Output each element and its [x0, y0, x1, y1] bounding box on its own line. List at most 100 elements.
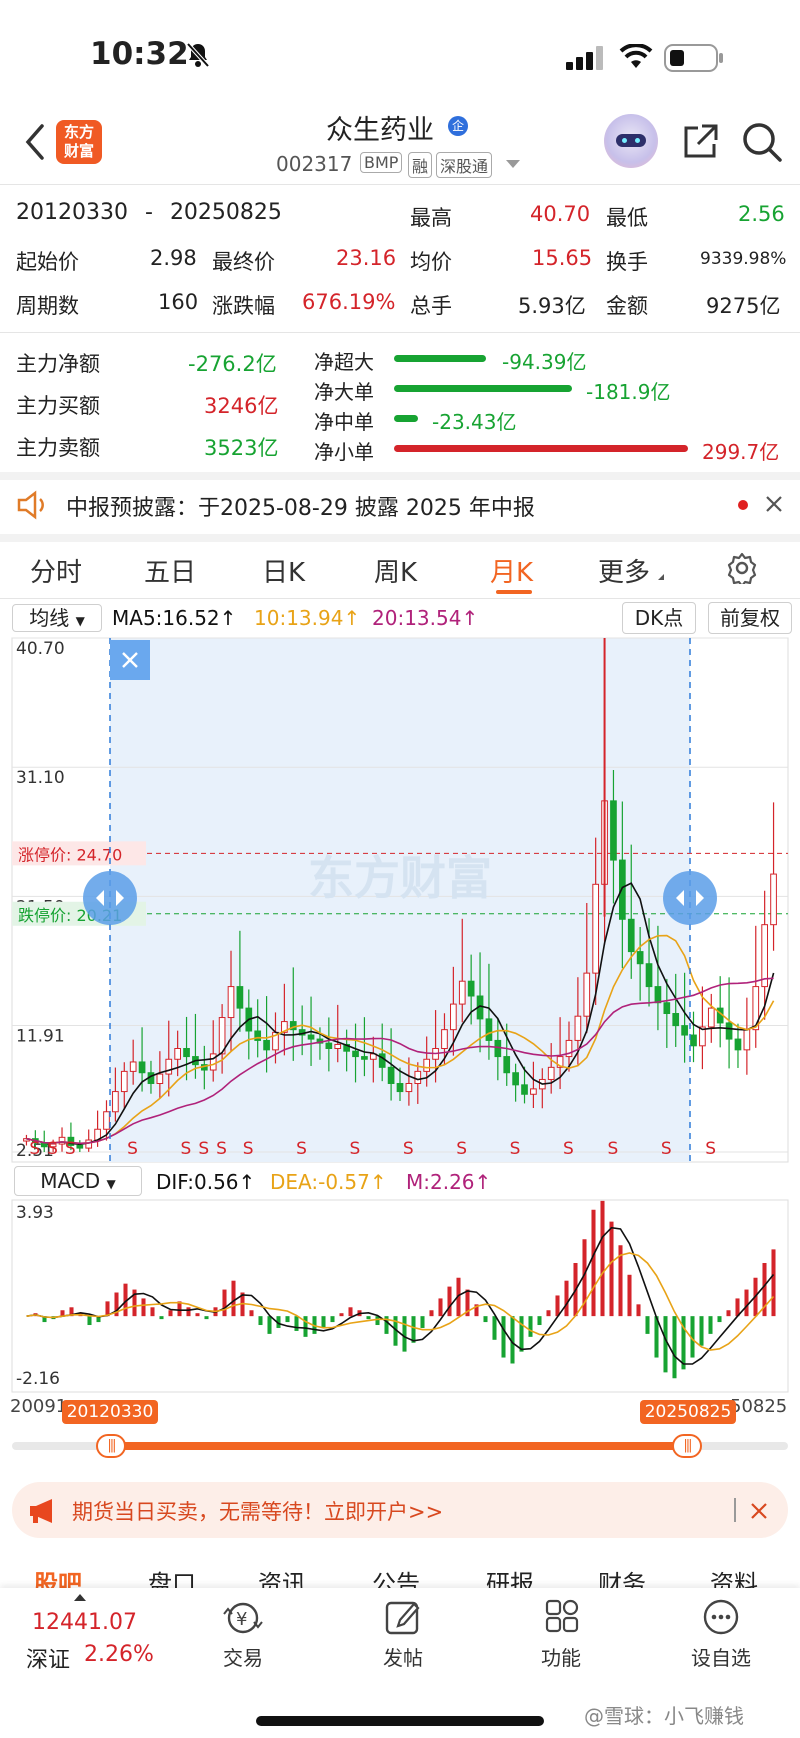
sell-marker: S — [216, 1139, 227, 1159]
ma10-text: 10:13.94↑ — [254, 606, 361, 630]
watchlist-icon[interactable] — [702, 1598, 740, 1640]
enterprise-badge: 企 — [448, 116, 468, 136]
logo-text-bottom: 财富 — [63, 142, 94, 160]
macd-select-label: MACD — [40, 1169, 101, 1193]
candle-body — [574, 1015, 582, 1041]
candle-body — [521, 1084, 528, 1095]
ad-text[interactable]: 期货当日买卖，无需等待！立即开户>> — [72, 1496, 443, 1526]
candle-body — [770, 873, 777, 926]
avg-value: 15.65 — [532, 246, 593, 270]
robot-avatar[interactable] — [604, 114, 658, 168]
range-start-handle[interactable]: ||| — [96, 1434, 126, 1458]
sell-marker: S — [510, 1139, 521, 1159]
limit-up-label: 涨停价: 24.70 — [18, 845, 122, 864]
close-icon[interactable] — [764, 494, 784, 518]
function-label[interactable]: 功能 — [506, 1642, 616, 1671]
start-date: 20120330 — [16, 200, 128, 225]
candle-body — [103, 1111, 110, 1130]
tab-daily-k[interactable]: 日K — [262, 552, 305, 589]
range-right-axis: 50825 — [730, 1396, 788, 1417]
logo-text-top: 东方 — [63, 123, 94, 141]
tab-monthly-k[interactable]: 月K — [490, 552, 533, 589]
notice-text[interactable]: 中报预披露：于2025-08-29 披露 2025 年中报 — [66, 490, 535, 522]
s-bar — [394, 445, 688, 452]
adjust-button[interactable]: 前复权 — [708, 602, 792, 634]
selection-left-handle[interactable] — [83, 871, 137, 925]
candle-body — [672, 1013, 680, 1027]
back-icon[interactable] — [22, 122, 46, 166]
trade-label[interactable]: 交易 — [188, 1642, 298, 1671]
candle-body — [129, 1061, 137, 1072]
ma-select[interactable]: 均线 ▼ — [12, 604, 102, 632]
subtab-strip: 股吧 盘口 资讯 公告 研报 财务 资料 — [0, 1556, 800, 1588]
ma5-text: MA5:16.52↑ — [112, 606, 237, 630]
subtab-guba[interactable]: 股吧 — [34, 1564, 82, 1588]
sell-marker: S — [661, 1139, 672, 1159]
candle-body — [494, 1039, 502, 1058]
range-start-flag: 20120330 — [62, 1400, 158, 1424]
candle-body — [467, 980, 475, 997]
stock-code: 002317 — [276, 152, 353, 176]
subtab-notice[interactable]: 公告 — [372, 1564, 420, 1588]
subtab-pankou[interactable]: 盘口 — [148, 1564, 196, 1588]
function-icon[interactable] — [544, 1598, 582, 1640]
main-sell-label: 主力卖额 — [16, 436, 100, 460]
wifi-icon — [618, 43, 654, 74]
watchlist-label[interactable]: 设自选 — [666, 1642, 776, 1671]
candle-body — [334, 1043, 342, 1050]
tab-five-day[interactable]: 五日 — [144, 552, 196, 589]
subtab-profile[interactable]: 资料 — [710, 1564, 758, 1588]
candle-body — [120, 1070, 128, 1093]
periods-label: 周期数 — [16, 294, 79, 318]
low-label: 最低 — [606, 206, 648, 230]
settings-icon[interactable] — [726, 552, 758, 588]
candle-body — [254, 1030, 262, 1041]
footer-watermark: @雪球：小飞赚钱 — [584, 1704, 744, 1728]
sell-marker: S — [181, 1139, 192, 1159]
m-label: 净中单 — [314, 410, 374, 434]
tab-intraday[interactable]: 分时 — [30, 552, 82, 589]
home-indicator — [256, 1716, 544, 1726]
subtab-news[interactable]: 资讯 — [258, 1564, 306, 1588]
y-tick-label: 40.70 — [16, 639, 65, 659]
range-end-handle[interactable]: ||| — [672, 1434, 702, 1458]
end-date: 20250825 — [169, 200, 282, 225]
share-icon[interactable] — [680, 122, 720, 166]
sell-marker: S — [47, 1139, 58, 1159]
candle-body — [156, 1073, 164, 1084]
candle-body — [263, 1039, 270, 1051]
candle-body — [76, 1144, 84, 1149]
svg-text:¥: ¥ — [236, 1609, 247, 1630]
ad-close-icon[interactable] — [750, 1502, 768, 1524]
macd-select[interactable]: MACD ▼ — [14, 1166, 142, 1196]
candle-body — [387, 1066, 395, 1084]
post-label[interactable]: 发帖 — [348, 1642, 458, 1671]
tab-more[interactable]: 更多 — [598, 552, 650, 589]
candle-body — [450, 1003, 457, 1031]
macd-top-label: 3.93 — [16, 1203, 54, 1223]
dk-point-button[interactable]: DK点 — [622, 602, 696, 634]
tag-connect: 深股通 — [436, 152, 493, 178]
subtab-report[interactable]: 研报 — [486, 1564, 534, 1588]
candle-body — [645, 963, 653, 988]
xl-label: 净超大 — [314, 350, 374, 374]
volume-label: 总手 — [410, 294, 452, 318]
candle-body — [209, 1053, 217, 1071]
candle-body — [681, 1025, 688, 1036]
date-sep: - — [144, 200, 153, 225]
candle-body — [512, 1072, 519, 1086]
chevron-down-icon[interactable] — [506, 160, 520, 168]
post-icon[interactable] — [384, 1598, 422, 1640]
main-net-label: 主力净额 — [16, 352, 100, 376]
sell-marker: S — [456, 1139, 467, 1159]
macd-chart[interactable]: 3.93 -2.16 — [0, 1196, 800, 1396]
selection-right-handle[interactable] — [663, 871, 717, 925]
trade-icon[interactable]: ¥ — [222, 1600, 264, 1640]
kline-chart[interactable]: 40.7031.1021.5011.912.51东方财富涨停价: 24.70跌停… — [0, 636, 800, 1166]
search-icon[interactable] — [740, 120, 784, 168]
tab-weekly-k[interactable]: 周K — [374, 552, 417, 589]
candle-body — [690, 1034, 697, 1047]
index-value[interactable]: 12441.07 — [32, 1610, 137, 1635]
subtab-finance[interactable]: 财务 — [598, 1564, 646, 1588]
xl-bar — [394, 355, 486, 362]
